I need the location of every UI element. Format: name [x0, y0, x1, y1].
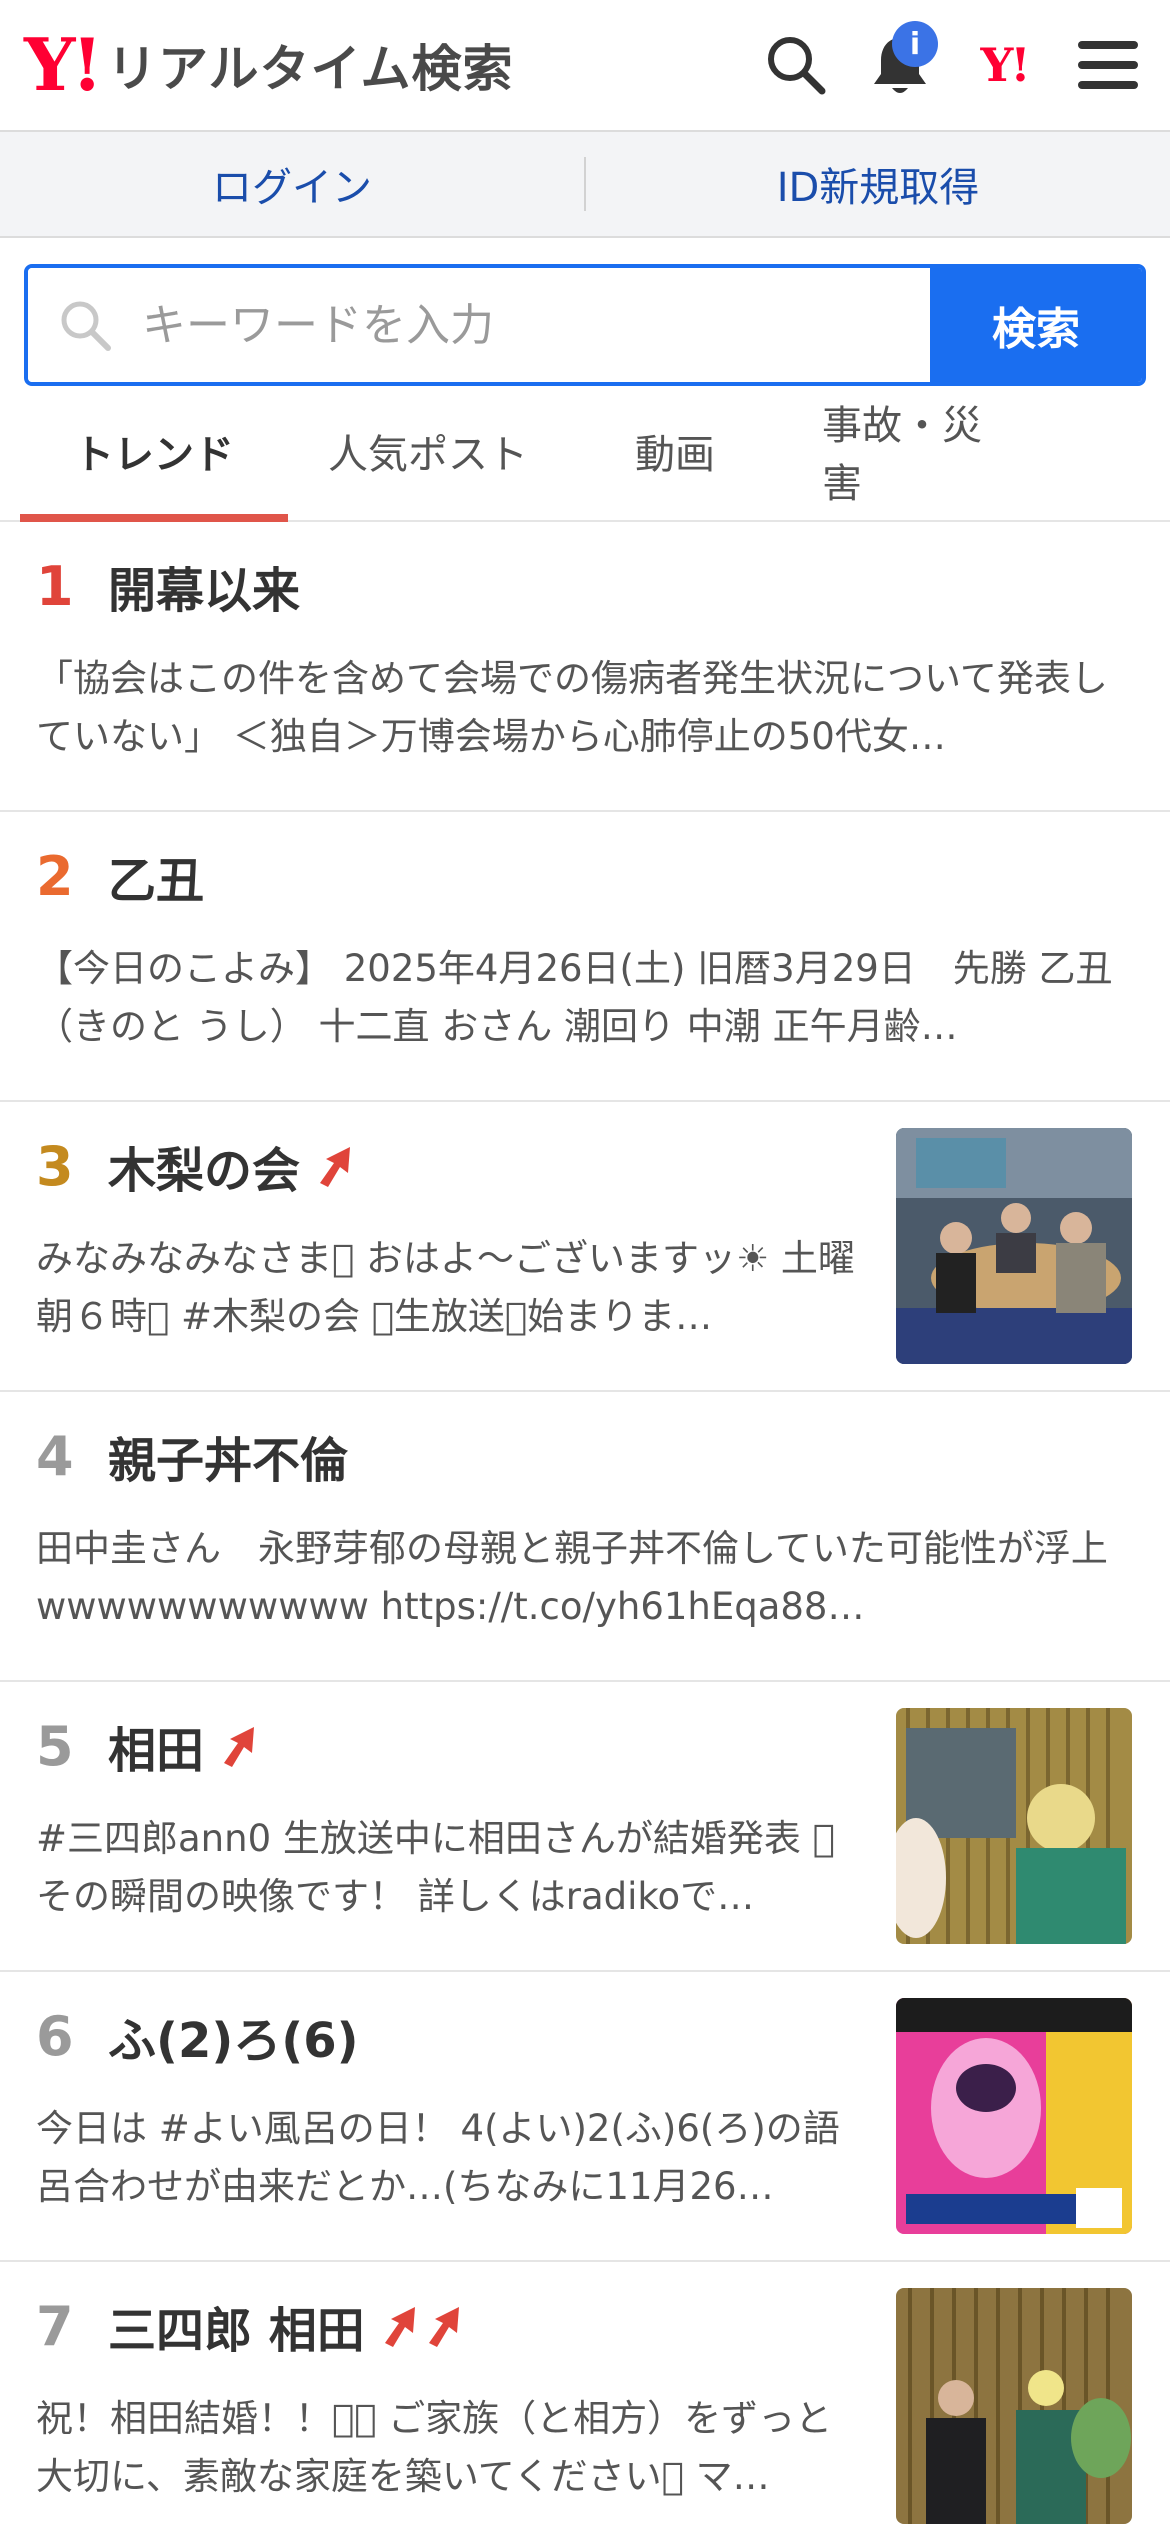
- trend-item[interactable]: 2 乙丑 【今日のこよみ】 2025年4月26日(土) 旧暦3月29日 先勝 乙…: [0, 812, 1170, 1102]
- trend-description: 「協会はこの件を含めて会場での傷病者発生状況について発表していない」 ＜独自＞万…: [36, 657, 1108, 758]
- yahoo-realtime-logo[interactable]: Y! リアルタイム検索: [24, 29, 514, 101]
- yahoo-logo-small[interactable]: Y!: [966, 27, 1042, 103]
- trend-description: みなみなみなさま󾌸 おはよ〜ございますッ☀ 土曜朝６時󾭛 #木梨の会 󾠱生放送󾠱…: [36, 1237, 855, 1338]
- thumbnail-image[interactable]: [896, 1708, 1132, 1944]
- register-link[interactable]: ID新規取得: [586, 155, 1170, 213]
- tab-trend[interactable]: トレンド: [20, 382, 288, 522]
- search-input-area[interactable]: [28, 268, 930, 382]
- trend-up-arrow-icon: [428, 2307, 459, 2347]
- trend-term: ふ(2)ろ(6): [108, 2013, 359, 2069]
- tab-video[interactable]: 動画: [568, 382, 782, 520]
- tab-accidents-disasters[interactable]: 事故・災害: [782, 382, 1052, 520]
- rank-number: 1: [36, 554, 74, 618]
- trend-term: 親子丼不倫: [108, 1433, 349, 1489]
- trend-term: 木梨の会: [108, 1143, 301, 1199]
- trend-up-arrows: [218, 1723, 262, 1769]
- header-icons: i Y!: [730, 21, 1146, 103]
- trend-list: 1 開幕以来 「協会はこの件を含めて会場での傷病者発生状況について発表していない…: [0, 522, 1170, 2532]
- trend-title-row: 1 開幕以来: [36, 550, 1132, 622]
- trend-up-arrow-icon: [320, 1147, 351, 1187]
- search-icon[interactable]: [758, 27, 834, 103]
- thumbnail-image[interactable]: [896, 2288, 1132, 2524]
- trend-item[interactable]: 1 開幕以来 「協会はこの件を含めて会場での傷病者発生状況について発表していない…: [0, 522, 1170, 812]
- yahoo-mark: Y!: [980, 38, 1030, 92]
- search-field-icon: [61, 301, 111, 351]
- trend-item[interactable]: 3 木梨の会 みなみなみなさま󾌸 おはよ〜ございますッ☀ 土曜朝６時󾭛 #木梨の…: [0, 1102, 1170, 1392]
- yahoo-logo-mark: Y!: [24, 22, 103, 107]
- trend-term: 乙丑: [108, 853, 205, 909]
- rank-number: 5: [36, 1714, 74, 1778]
- trend-title-row: 2 乙丑: [36, 840, 1132, 912]
- trend-description: 祝！相田結婚！！󾓦󾓦 ご家族（と相方）をずっと大切に、素敵な家庭を築いてください…: [36, 2397, 833, 2498]
- trend-item[interactable]: 6 ふ(2)ろ(6) 今日は #よい風呂の日！ 4(よい)2(ふ)6(ろ)の語呂…: [0, 1972, 1170, 2262]
- rank-number: 7: [36, 2294, 74, 2358]
- rank-number: 6: [36, 2004, 74, 2068]
- trend-up-arrow-icon: [384, 2307, 415, 2347]
- rank-number: 2: [36, 844, 74, 908]
- trend-description: 【今日のこよみ】 2025年4月26日(土) 旧暦3月29日 先勝 乙丑（きのと…: [36, 947, 1113, 1048]
- trend-description: #三四郎ann0 生放送中に相田さんが結婚発表 󾓦 その瞬間の映像です！ 詳しく…: [36, 1817, 835, 1918]
- trend-term: 三四郎 相田: [108, 2303, 365, 2359]
- thumbnail-image[interactable]: [896, 1998, 1132, 2234]
- trend-up-arrows: [314, 1143, 358, 1189]
- bell-icon[interactable]: i: [862, 21, 938, 103]
- login-link[interactable]: ログイン: [0, 155, 584, 213]
- trend-item[interactable]: 5 相田 #三四郎ann0 生放送中に相田さんが結婚発表 󾓦 その瞬間の映像です…: [0, 1682, 1170, 1972]
- app-header: Y! リアルタイム検索 i Y!: [0, 0, 1170, 132]
- search-button[interactable]: 検索: [930, 268, 1142, 382]
- trend-term: 相田: [108, 1723, 205, 1779]
- trend-item[interactable]: 7 三四郎 相田 祝！相田結婚！！󾓦󾓦 ご家族（と相方）をずっと大切に、素敵な家…: [0, 2262, 1170, 2532]
- rank-number: 4: [36, 1424, 74, 1488]
- hamburger-menu-icon[interactable]: [1070, 27, 1146, 103]
- trend-up-arrow-icon: [224, 1727, 255, 1767]
- trend-term: 開幕以来: [108, 563, 301, 619]
- search-input[interactable]: [142, 299, 930, 351]
- login-bar: ログイン ID新規取得: [0, 132, 1170, 238]
- trend-item[interactable]: 4 親子丼不倫 田中圭さん 永野芽郁の母親と親子丼不倫していた可能性が浮上www…: [0, 1392, 1170, 1682]
- search-section: 検索: [0, 238, 1170, 386]
- tab-bar: トレンド 人気ポスト 動画 事故・災害: [0, 382, 1170, 522]
- logo-title: リアルタイム検索: [107, 40, 514, 98]
- search-box: 検索: [24, 264, 1146, 386]
- trend-description: 田中圭さん 永野芽郁の母親と親子丼不倫していた可能性が浮上wwwwwwwwwww…: [36, 1527, 1108, 1628]
- trend-description: 今日は #よい風呂の日！ 4(よい)2(ふ)6(ろ)の語呂合わせが由来だとか…(…: [36, 2107, 840, 2208]
- rank-number: 3: [36, 1134, 74, 1198]
- notification-badge: i: [892, 21, 938, 67]
- thumbnail-image[interactable]: [896, 1128, 1132, 1364]
- trend-title-row: 4 親子丼不倫: [36, 1420, 1132, 1492]
- trend-up-arrows: [379, 2303, 467, 2349]
- tab-popular-posts[interactable]: 人気ポスト: [288, 382, 568, 520]
